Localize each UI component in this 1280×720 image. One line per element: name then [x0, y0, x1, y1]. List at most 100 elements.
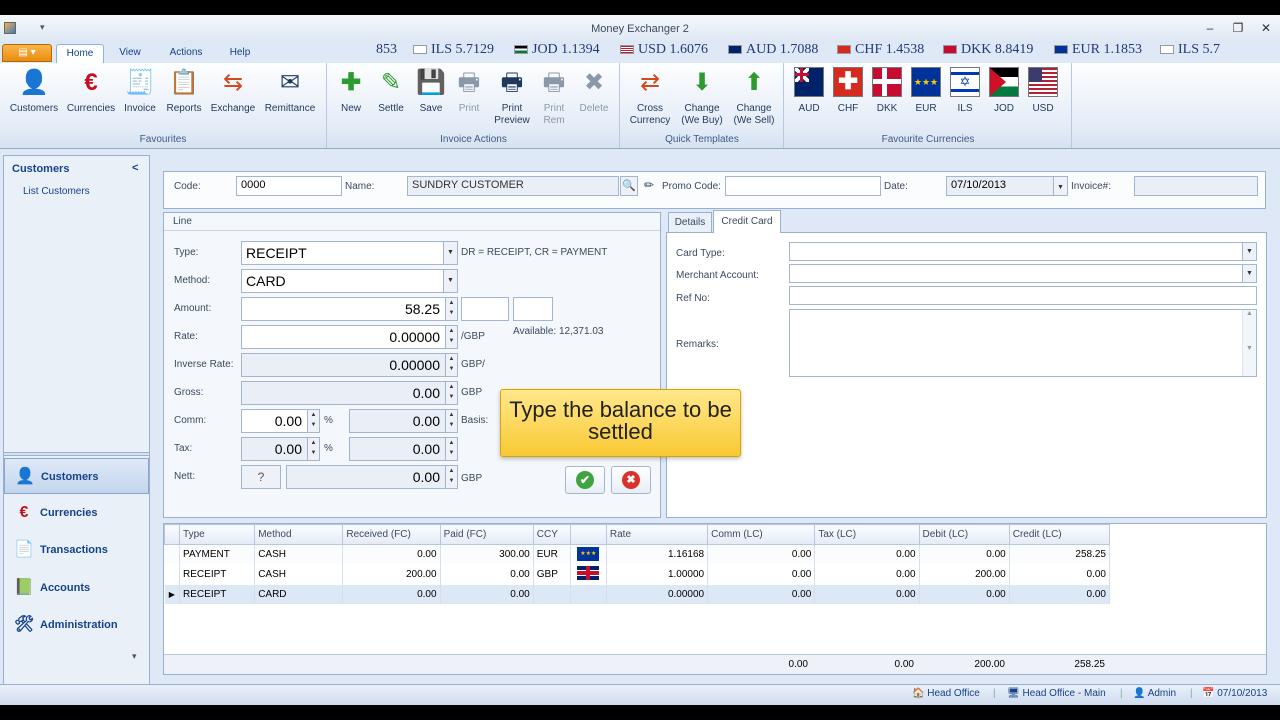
- card-type-dropdown[interactable]: ▼: [789, 242, 1257, 261]
- currency-jod-button[interactable]: JOD: [986, 67, 1022, 115]
- close-icon[interactable]: ✕: [1256, 19, 1276, 37]
- cell-received: 200.00: [342, 563, 441, 585]
- change-we-buy-button[interactable]: ⬇ Change (We Buy): [677, 67, 727, 127]
- tab-details[interactable]: Details: [668, 212, 712, 232]
- chevron-down-icon[interactable]: ▼: [1242, 265, 1256, 282]
- tab-credit-card[interactable]: Credit Card: [713, 210, 781, 233]
- amount-extra-field-1[interactable]: [461, 297, 509, 321]
- new-button[interactable]: ✚ New: [334, 67, 368, 115]
- tax-percent-field[interactable]: 0.00 ▲ ▼: [241, 437, 320, 461]
- currency-ils-button[interactable]: ✡ ILS: [947, 67, 983, 115]
- name-field[interactable]: SUNDRY CUSTOMER: [407, 176, 619, 196]
- spinner-icon[interactable]: ▲ ▼: [445, 326, 457, 348]
- spinner-icon[interactable]: ▲ ▼: [445, 410, 457, 432]
- print-rem-button[interactable]: 🖶 Print Rem: [536, 67, 572, 127]
- search-customer-icon[interactable]: 🔍: [620, 176, 638, 196]
- spinner-icon[interactable]: ▲ ▼: [445, 466, 457, 488]
- table-row[interactable]: RECEIPT CASH 200.00 0.00 GBP 1.00000 0.0…: [164, 563, 1111, 585]
- column-header[interactable]: Rate: [605, 524, 709, 545]
- invoice-button[interactable]: 🧾 Invoice: [118, 67, 162, 115]
- comm-percent-field[interactable]: 0.00 ▲ ▼: [241, 409, 320, 433]
- nett-field[interactable]: 0.00 ▲ ▼: [286, 465, 458, 489]
- nett-help-button[interactable]: ?: [241, 465, 281, 489]
- customers-button[interactable]: 👤 Customers: [6, 67, 62, 115]
- print-preview-button[interactable]: 🖶 Print Preview: [490, 67, 534, 127]
- spinner-icon[interactable]: ▲ ▼: [445, 354, 457, 376]
- exchange-button[interactable]: ⇆ Exchange: [208, 67, 258, 115]
- edit-customer-icon[interactable]: ✏: [640, 176, 658, 196]
- column-header[interactable]: Comm (LC): [707, 524, 816, 545]
- column-header[interactable]: Tax (LC): [814, 524, 920, 545]
- inverse-rate-field[interactable]: 0.00000 ▲ ▼: [241, 353, 458, 377]
- nav-button-customers[interactable]: 👤 Customers: [4, 458, 149, 494]
- currency-dkk-button[interactable]: DKK: [869, 67, 905, 115]
- collapse-icon[interactable]: <: [132, 162, 138, 174]
- column-header[interactable]: CCY: [532, 524, 571, 545]
- save-button[interactable]: 💾 Save: [414, 67, 448, 115]
- change-we-sell-button[interactable]: ⬆ Change (We Sell): [729, 67, 779, 127]
- type-dropdown[interactable]: RECEIPT ▼: [241, 241, 458, 265]
- tab-view[interactable]: View: [110, 44, 150, 63]
- spinner-icon[interactable]: ▲ ▼: [445, 382, 457, 404]
- settle-button[interactable]: ✎ Settle: [372, 67, 410, 115]
- confirm-line-button[interactable]: ✔: [565, 466, 605, 494]
- nav-button-transactions[interactable]: 📄 Transactions: [4, 532, 149, 568]
- scrollbar[interactable]: ▲ ▼: [1242, 310, 1256, 376]
- nav-splitter[interactable]: [4, 452, 149, 456]
- promo-code-field[interactable]: [725, 176, 881, 196]
- column-header[interactable]: Method: [254, 524, 344, 545]
- application-menu-button[interactable]: ▤ ▾: [2, 44, 52, 62]
- delete-button[interactable]: ✖ Delete: [574, 67, 614, 115]
- grid-totals-row: 0.00 0.00 200.00 258.25: [164, 654, 1266, 674]
- table-row[interactable]: PAYMENT CASH 0.00 300.00 EUR ★★★ 1.16168…: [164, 544, 1111, 564]
- currency-eur-button[interactable]: ★★★ EUR: [908, 67, 944, 115]
- chevron-down-icon[interactable]: ▼: [1242, 243, 1256, 260]
- nav-sub-item-list-customers[interactable]: List Customers: [23, 186, 90, 197]
- column-header[interactable]: Type: [179, 524, 256, 545]
- amount-field[interactable]: 58.25 ▲ ▼: [241, 297, 458, 321]
- remarks-textarea[interactable]: ▲ ▼: [789, 309, 1257, 377]
- remittance-button[interactable]: ✉ Remittance: [260, 67, 320, 115]
- maximize-icon[interactable]: ❐: [1228, 19, 1248, 37]
- print-button[interactable]: 🖶 Print: [452, 67, 486, 115]
- tab-home[interactable]: Home: [56, 44, 104, 63]
- tab-help[interactable]: Help: [220, 44, 260, 63]
- column-header[interactable]: Credit (LC): [1008, 524, 1111, 545]
- amount-extra-field-2[interactable]: [513, 297, 553, 321]
- rate-field[interactable]: 0.00000 ▲ ▼: [241, 325, 458, 349]
- column-header[interactable]: Received (FC): [342, 524, 441, 545]
- tab-actions[interactable]: Actions: [160, 44, 212, 63]
- column-header[interactable]: Paid (FC): [439, 524, 534, 545]
- gross-field[interactable]: 0.00 ▲ ▼: [241, 381, 458, 405]
- chevron-down-icon[interactable]: ▼: [443, 242, 457, 264]
- chevron-down-icon[interactable]: ▼: [1053, 177, 1067, 195]
- column-header[interactable]: Debit (LC): [918, 524, 1010, 545]
- column-header[interactable]: [569, 524, 607, 545]
- invoice-number-field[interactable]: [1134, 176, 1258, 196]
- currency-chf-button[interactable]: ✚ CHF: [830, 67, 866, 115]
- merchant-account-dropdown[interactable]: ▼: [789, 264, 1257, 283]
- nav-button-administration[interactable]: 🛠 Administration: [4, 607, 149, 643]
- spinner-icon[interactable]: ▲ ▼: [307, 410, 319, 432]
- code-field[interactable]: 0000: [236, 176, 342, 196]
- nav-button-accounts[interactable]: 📗 Accounts: [4, 570, 149, 606]
- reports-button[interactable]: 📋 Reports: [162, 67, 206, 115]
- minimize-icon[interactable]: –: [1200, 19, 1220, 37]
- spinner-icon[interactable]: ▲ ▼: [307, 438, 319, 460]
- currency-aud-button[interactable]: AUD: [791, 67, 827, 115]
- ref-no-field[interactable]: [789, 286, 1257, 305]
- date-field[interactable]: 07/10/2013 ▼: [946, 176, 1068, 196]
- comm-amount-field[interactable]: 0.00 ▲ ▼: [349, 409, 458, 433]
- currencies-button[interactable]: € Currencies: [64, 67, 118, 115]
- spinner-icon[interactable]: ▲ ▼: [445, 438, 457, 460]
- cross-currency-button[interactable]: ⇄ Cross Currency: [627, 67, 673, 127]
- nav-button-currencies[interactable]: € Currencies: [4, 495, 149, 531]
- currency-usd-button[interactable]: USD: [1025, 67, 1061, 115]
- table-row[interactable]: ▶ RECEIPT CARD 0.00 0.00 0.00000 0.00 0.…: [164, 584, 1111, 604]
- nav-overflow-icon[interactable]: ▾: [132, 651, 137, 662]
- spinner-icon[interactable]: ▲ ▼: [445, 298, 457, 320]
- tax-amount-field[interactable]: 0.00 ▲ ▼: [349, 437, 458, 461]
- chevron-down-icon[interactable]: ▼: [443, 270, 457, 292]
- cancel-line-button[interactable]: ✖: [611, 466, 651, 494]
- method-dropdown[interactable]: CARD ▼: [241, 269, 458, 293]
